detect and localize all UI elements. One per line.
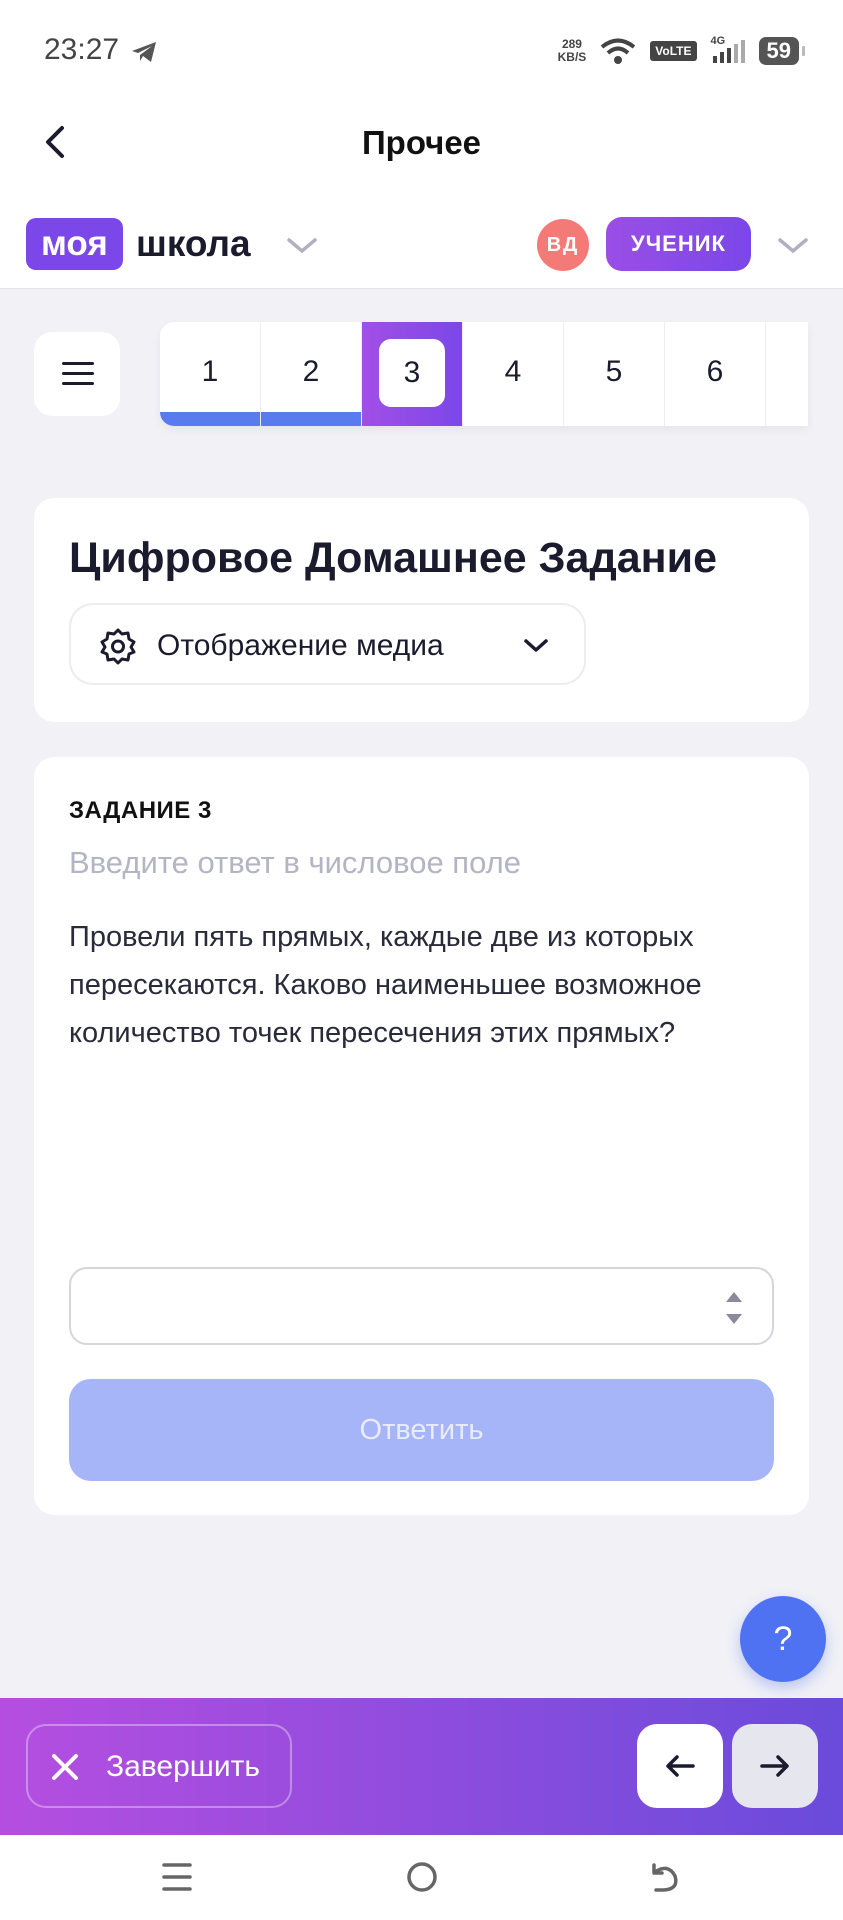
task-hint: Введите ответ в числовое поле (69, 845, 521, 880)
task-page-4[interactable]: 4 (463, 322, 564, 426)
signal-icon: 4G (711, 35, 745, 65)
finish-button[interactable]: Завершить (26, 1724, 292, 1808)
page-title: Прочее (361, 124, 482, 161)
task-page-5[interactable]: 5 (564, 322, 665, 426)
battery-indicator: 59 (758, 37, 806, 65)
network-speed: 289 KB/S (557, 37, 587, 64)
next-task-button[interactable] (732, 1724, 818, 1808)
homework-title: Цифровое Домашнее Задание (69, 534, 717, 582)
task-page-3[interactable]: 3 (362, 322, 463, 426)
task-page-6[interactable]: 6 (665, 322, 766, 426)
status-time: 23:27 (44, 33, 120, 66)
help-button[interactable]: ? (740, 1596, 826, 1682)
submit-answer-button[interactable]: Ответить (69, 1379, 774, 1481)
answer-number-input[interactable] (69, 1267, 774, 1345)
task-number-label: ЗАДАНИЕ 3 (69, 797, 212, 824)
task-page-7[interactable]: 7 (766, 322, 808, 426)
task-card: ЗАДАНИЕ 3 Введите ответ в числовое поле … (34, 757, 809, 1515)
volte-badge: VoLTE (650, 41, 697, 61)
home-icon[interactable] (405, 1860, 439, 1894)
role-badge[interactable]: УЧЕНИК (606, 217, 751, 271)
avatar[interactable]: ВД (537, 219, 589, 271)
media-display-dropdown[interactable]: Отображение медиа (69, 603, 586, 685)
task-question: Провели пять прямых, каждые две из котор… (69, 921, 702, 1049)
menu-button[interactable] (34, 332, 120, 416)
task-pager: 1 2 3 4 5 6 7 (160, 322, 808, 426)
number-stepper-icon[interactable] (724, 1287, 744, 1329)
wifi-icon (601, 38, 636, 64)
chevron-down-icon[interactable] (286, 236, 318, 256)
status-icons: 289 KB/S VoLTE 4G 59 (557, 34, 806, 68)
title-card: Цифровое Домашнее Задание Отображение ме… (34, 498, 809, 722)
profile-chevron-down-icon[interactable] (777, 236, 809, 256)
telegram-icon (132, 42, 156, 62)
arrow-right-icon (760, 1755, 789, 1777)
arrow-left-icon (666, 1755, 695, 1777)
close-icon (52, 1754, 78, 1780)
logo-shkola: школа (136, 223, 251, 264)
previous-task-button[interactable] (637, 1724, 723, 1808)
task-page-2[interactable]: 2 (261, 322, 362, 426)
back-icon[interactable] (646, 1859, 682, 1895)
system-navigation-bar (0, 1835, 843, 1920)
media-display-label: Отображение медиа (157, 629, 444, 662)
gear-icon (100, 628, 136, 665)
finish-label: Завершить (106, 1750, 260, 1783)
recent-apps-icon[interactable] (162, 1861, 192, 1893)
bottom-action-bar: Завершить (0, 1698, 843, 1835)
task-page-1[interactable]: 1 (160, 322, 261, 426)
chevron-down-icon (524, 639, 548, 652)
logo-moya: моя (26, 218, 123, 270)
